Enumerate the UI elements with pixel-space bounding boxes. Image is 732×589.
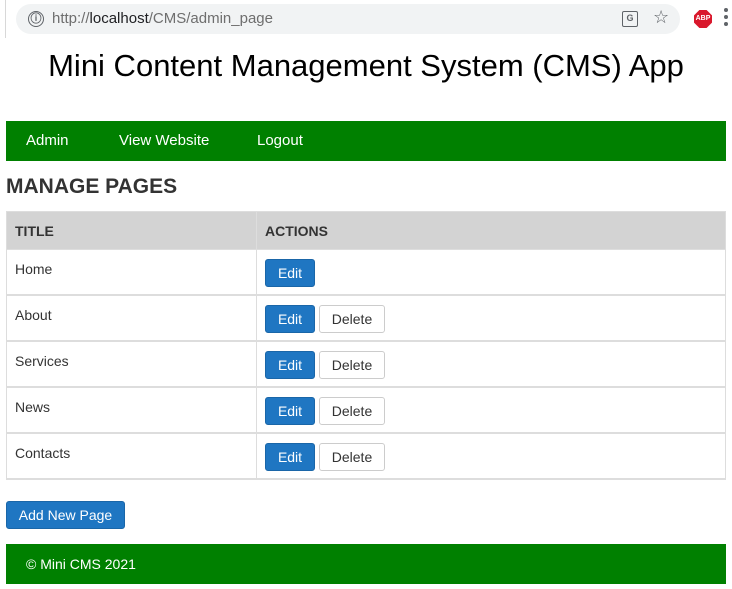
footer-copyright: © Mini CMS 2021	[26, 556, 136, 572]
main-navbar: Admin View Website Logout	[6, 121, 726, 161]
nav-admin-link[interactable]: Admin	[26, 121, 69, 161]
add-new-page-button[interactable]: Add New Page	[6, 501, 125, 529]
url-scheme: http://	[52, 10, 90, 27]
table-row: About Edit Delete	[7, 296, 725, 342]
page-title: Mini Content Management System (CMS) App	[48, 48, 684, 83]
page-title-cell: News	[7, 388, 257, 432]
edit-button[interactable]: Edit	[265, 305, 315, 333]
adblock-icon[interactable]: ABP	[694, 10, 712, 28]
page-title-cell: Home	[7, 250, 257, 294]
browser-menu-icon[interactable]	[724, 8, 728, 30]
bookmark-star-icon[interactable]: ☆	[653, 7, 669, 29]
nav-logout-link[interactable]: Logout	[257, 121, 303, 161]
url-text[interactable]: http://localhost/CMS/admin_page	[52, 10, 273, 28]
delete-button[interactable]: Delete	[319, 397, 385, 425]
section-heading: MANAGE PAGES	[6, 175, 178, 198]
browser-toolbar: ⓘ http://localhost/CMS/admin_page G ☆ AB…	[0, 0, 732, 38]
actions-cell: Edit Delete	[257, 434, 725, 478]
table-row: Home Edit	[7, 250, 725, 296]
delete-button[interactable]: Delete	[319, 351, 385, 379]
translate-icon[interactable]: G	[622, 11, 638, 27]
table-row: Contacts Edit Delete	[7, 434, 725, 480]
window-edge	[0, 0, 6, 38]
table-row: News Edit Delete	[7, 388, 725, 434]
column-header-actions: ACTIONS	[265, 223, 328, 239]
pages-table: TITLE ACTIONS Home Edit About Edit Delet…	[6, 211, 726, 480]
nav-view-website-link[interactable]: View Website	[119, 121, 209, 161]
page-title-cell: Services	[7, 342, 257, 386]
actions-cell: Edit	[257, 250, 725, 294]
address-bar[interactable]: ⓘ http://localhost/CMS/admin_page	[16, 4, 680, 34]
page-title-cell: Contacts	[7, 434, 257, 478]
url-host: localhost	[89, 10, 149, 27]
table-header-row: TITLE ACTIONS	[7, 212, 725, 250]
edit-button[interactable]: Edit	[265, 443, 315, 471]
delete-button[interactable]: Delete	[319, 305, 385, 333]
footer: © Mini CMS 2021	[6, 544, 726, 584]
table-row: Services Edit Delete	[7, 342, 725, 388]
delete-button[interactable]: Delete	[319, 443, 385, 471]
column-header-title: TITLE	[7, 212, 257, 249]
edit-button[interactable]: Edit	[265, 397, 315, 425]
url-path: /CMS/admin_page	[148, 10, 273, 27]
info-icon[interactable]: ⓘ	[28, 11, 44, 27]
actions-cell: Edit Delete	[257, 342, 725, 386]
actions-cell: Edit Delete	[257, 388, 725, 432]
edit-button[interactable]: Edit	[265, 259, 315, 287]
edit-button[interactable]: Edit	[265, 351, 315, 379]
page-title-cell: About	[7, 296, 257, 340]
actions-cell: Edit Delete	[257, 296, 725, 340]
